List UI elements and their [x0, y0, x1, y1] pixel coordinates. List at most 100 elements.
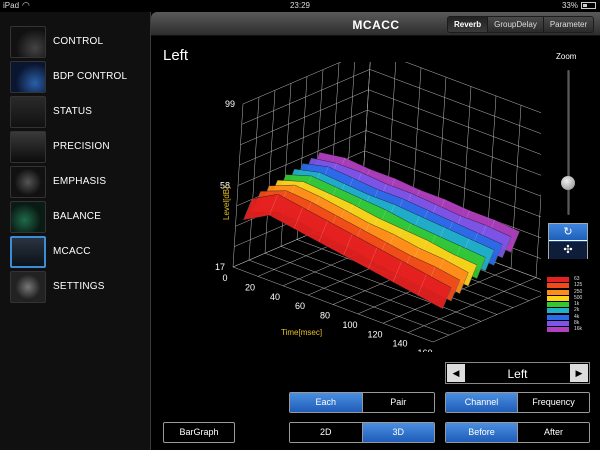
- rotate-icon: ↻: [563, 226, 573, 238]
- status-meter-icon: [10, 96, 46, 128]
- sidebar-item-balance[interactable]: BALANCE: [10, 201, 145, 233]
- sidebar-item-label: CONTROL: [53, 36, 104, 47]
- dimension-toggle: 2D 3D: [289, 422, 435, 443]
- each-pair-toggle: Each Pair: [289, 392, 435, 413]
- legend-swatch: [547, 295, 569, 301]
- legend-swatch: [547, 327, 569, 333]
- tab-reverb[interactable]: Reverb: [448, 17, 489, 32]
- legend-label: 125: [574, 282, 583, 289]
- legend-swatch: [547, 302, 569, 308]
- sidebar-item-mcacc[interactable]: MCACC: [10, 236, 145, 268]
- legend-label: 500: [574, 294, 583, 301]
- disc-knob-icon: [10, 61, 46, 93]
- balance-dial-icon: [10, 201, 46, 233]
- legend-swatch: [547, 277, 569, 282]
- tab-parameter[interactable]: Parameter: [543, 17, 594, 32]
- channel-button[interactable]: Channel: [446, 393, 518, 412]
- x-tick-label: 20: [245, 282, 255, 292]
- 2d-button[interactable]: 2D: [290, 423, 363, 442]
- x-tick-label: 80: [320, 311, 330, 321]
- side-grid-line: [239, 109, 368, 166]
- main-panel: MCACC Reverb GroupDelay Parameter Left 17 5…: [150, 12, 600, 450]
- before-button[interactable]: Before: [446, 423, 518, 442]
- x-tick-label: 40: [270, 292, 280, 302]
- tab-groupdelay[interactable]: GroupDelay: [488, 17, 544, 32]
- sidebar-item-status[interactable]: STATUS: [10, 96, 145, 128]
- legend-label: 2k: [574, 307, 580, 314]
- speaker-icon: [10, 166, 46, 198]
- x-tick-label: 160: [417, 348, 432, 352]
- legend-swatch: [547, 283, 569, 289]
- 3d-button[interactable]: 3D: [362, 423, 434, 442]
- gear-icon: [10, 271, 46, 303]
- x-tick-label: 140: [392, 339, 407, 349]
- pair-button[interactable]: Pair: [362, 393, 434, 412]
- channel-selector: ◀ Left ▶: [445, 362, 590, 384]
- after-button[interactable]: After: [518, 423, 589, 442]
- x-axis-label: Time[msec]: [281, 328, 322, 337]
- x-tick-label: 0: [222, 273, 227, 283]
- channel-value: Left: [507, 367, 528, 381]
- legend-label: 63: [574, 276, 580, 282]
- y-axis-label: Level[dB]: [222, 187, 231, 220]
- mcacc-graph-icon: [10, 236, 46, 268]
- bargraph-button[interactable]: BarGraph: [163, 422, 235, 443]
- back-grid-line: [367, 109, 541, 176]
- sidebar-item-label: BALANCE: [53, 211, 102, 222]
- back-grid-line: [404, 62, 541, 114]
- legend-label: 8k: [574, 320, 580, 327]
- sidebar-item-label: STATUS: [53, 106, 93, 117]
- sidebar-item-control[interactable]: CONTROL: [10, 26, 145, 58]
- zoom-slider-knob[interactable]: [561, 176, 575, 191]
- x-tick-label: 120: [367, 329, 382, 339]
- sidebar-item-emphasis[interactable]: EMPHASIS: [10, 166, 145, 198]
- legend-swatch: [547, 308, 569, 314]
- legend-swatch: [547, 321, 569, 327]
- zoom-slider-track[interactable]: [567, 70, 570, 215]
- frequency-button[interactable]: Frequency: [518, 393, 589, 412]
- frequency-legend: 63 125 250 500 1k 2k 4k 8k 16k: [547, 276, 597, 333]
- sidebar-item-bdp-control[interactable]: BDP CONTROL: [10, 61, 145, 93]
- battery-icon: [581, 2, 596, 9]
- side-grid-line: [241, 69, 370, 125]
- legend-swatch: [547, 289, 569, 295]
- back-grid-line: [535, 192, 541, 278]
- y-tick-label: 99: [225, 99, 235, 109]
- y-tick-label: 17: [215, 262, 225, 272]
- sidebar: CONTROL BDP CONTROL STATUS PRECISION EMPHASI…: [0, 12, 150, 450]
- legend-label: 4k: [574, 313, 580, 320]
- view-mode-toggle[interactable]: ↻ ✣: [548, 223, 588, 259]
- reverb-3d-chart[interactable]: 1758990204060801001201401606060Level[dB]…: [151, 62, 541, 352]
- sidebar-item-label: PRECISION: [53, 141, 110, 152]
- sidebar-item-label: EMPHASIS: [53, 176, 107, 187]
- channel-frequency-toggle: Channel Frequency: [445, 392, 590, 413]
- x-tick-label: 60: [295, 301, 305, 311]
- clock: 23:29: [289, 1, 311, 10]
- side-grid-line: [240, 89, 369, 145]
- header-bar: MCACC Reverb GroupDelay Parameter: [151, 12, 600, 36]
- rotate-button[interactable]: ↻: [549, 224, 587, 241]
- sidebar-item-precision[interactable]: PRECISION: [10, 131, 145, 163]
- legend-label: 1k: [574, 301, 580, 308]
- status-bar: iPad ◠ 23:29 33%: [0, 0, 600, 12]
- legend-item: 16k: [547, 326, 597, 333]
- x-tick-label: 100: [342, 320, 357, 330]
- before-after-toggle: Before After: [445, 422, 590, 443]
- side-grid-line: [242, 62, 342, 105]
- legend-label: 16k: [574, 326, 583, 333]
- legend-swatch: [547, 314, 569, 320]
- precision-meter-icon: [10, 131, 46, 163]
- move-button[interactable]: ✣: [549, 242, 587, 259]
- view-tabs: Reverb GroupDelay Parameter: [447, 16, 595, 33]
- sidebar-item-label: BDP CONTROL: [53, 71, 128, 82]
- legend-label: 250: [574, 288, 583, 295]
- next-channel-button[interactable]: ▶: [570, 364, 588, 382]
- sidebar-item-label: SETTINGS: [53, 281, 105, 292]
- battery-percent: 33%: [561, 1, 578, 10]
- knob-icon: [10, 26, 46, 58]
- sidebar-item-label: MCACC: [53, 246, 91, 257]
- sidebar-item-settings[interactable]: SETTINGS: [10, 271, 145, 303]
- zoom-label: Zoom: [556, 52, 577, 61]
- move-icon: ✣: [563, 244, 573, 256]
- each-button[interactable]: Each: [290, 393, 363, 412]
